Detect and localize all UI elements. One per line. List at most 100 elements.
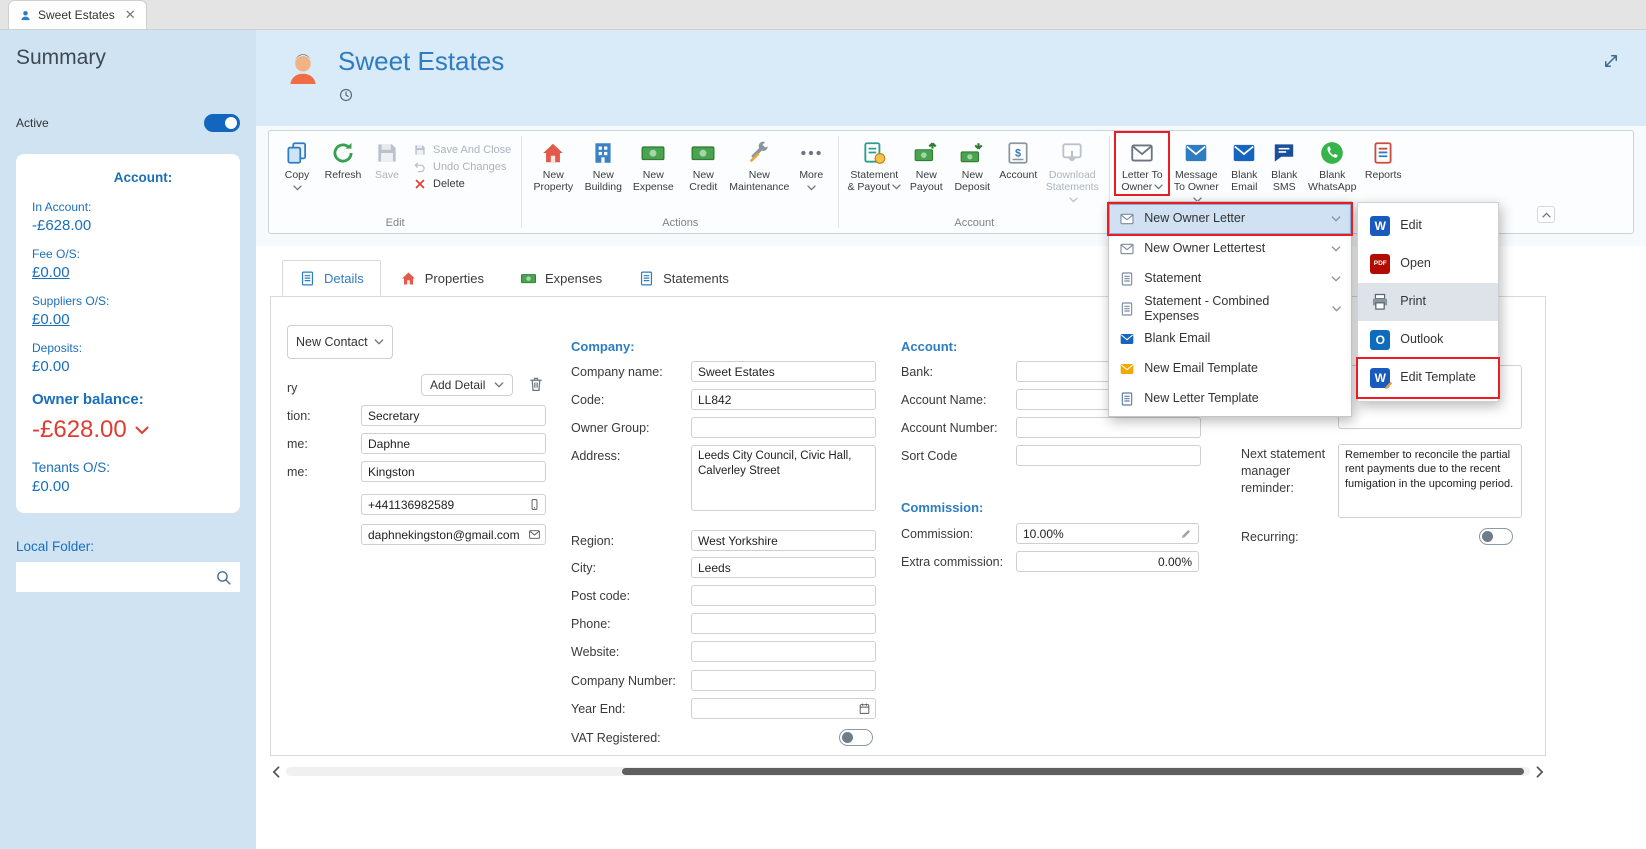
suppliers-os-link[interactable]: £0.00	[32, 311, 224, 328]
submenu-item-edit[interactable]: W Edit	[1358, 207, 1498, 245]
recurring-toggle[interactable]	[1479, 528, 1513, 545]
save-icon	[374, 140, 400, 166]
submenu-item-print[interactable]: Print	[1358, 282, 1499, 321]
local-folder-field[interactable]	[16, 562, 240, 592]
pdf-icon: PDF	[1370, 253, 1391, 274]
position-input[interactable]	[361, 405, 546, 426]
refresh-button[interactable]: Refresh	[319, 133, 367, 181]
new-credit-button[interactable]: New Credit	[678, 133, 728, 194]
collapse-ribbon-button[interactable]	[1537, 206, 1555, 223]
owner-balance-value[interactable]: -£628.00	[32, 416, 224, 444]
save-and-close-button: Save And Close	[413, 143, 511, 157]
expand-icon[interactable]	[1602, 52, 1620, 70]
new-deposit-button[interactable]: New Deposit	[949, 133, 995, 194]
tab-expenses[interactable]: Expenses	[503, 260, 619, 296]
vat-registered-toggle[interactable]	[839, 729, 873, 746]
blank-email-button[interactable]: Blank Email	[1224, 133, 1264, 194]
menu-item-statement-combined[interactable]: Statement - Combined Expenses	[1109, 294, 1351, 324]
delete-button[interactable]: Delete	[413, 177, 511, 191]
fee-os-label: Fee O/S:	[32, 247, 81, 261]
fee-os-link[interactable]: £0.00	[32, 264, 224, 281]
in-account-label: In Account:	[32, 200, 92, 214]
menu-item-label: Statement	[1144, 271, 1202, 286]
contact-type-select[interactable]: New Contact	[287, 325, 393, 359]
menu-item-label: New Owner Lettertest	[1144, 241, 1266, 256]
history-icon[interactable]	[338, 87, 354, 103]
menu-item-new-email-template[interactable]: New Email Template	[1109, 354, 1351, 384]
tab-properties[interactable]: Properties	[383, 260, 501, 296]
phone-label: Phone:	[571, 617, 611, 631]
post-code-input[interactable]	[691, 585, 876, 606]
scrollbar-thumb[interactable]	[622, 768, 1524, 775]
submenu-item-outlook[interactable]: O Outlook	[1358, 321, 1498, 359]
company-section-heading: Company:	[571, 339, 635, 354]
last-name-input[interactable]	[361, 461, 546, 482]
horizontal-scrollbar[interactable]	[270, 764, 1546, 779]
page-title: Sweet Estates	[338, 46, 505, 76]
outlook-icon: O	[1370, 329, 1391, 350]
new-expense-button[interactable]: New Expense	[628, 133, 678, 194]
refresh-icon	[330, 140, 356, 166]
add-detail-button[interactable]: Add Detail	[421, 374, 513, 396]
statement-payout-button[interactable]: Statement & Payout	[845, 133, 903, 194]
menu-item-new-owner-lettertest[interactable]: New Owner Lettertest	[1109, 234, 1351, 264]
letter-to-owner-button[interactable]: Letter To Owner New Owner Letter W Edit …	[1107, 131, 1501, 417]
window-tab[interactable]: Sweet Estates ✕	[8, 0, 147, 29]
scroll-right-arrow[interactable]	[1534, 766, 1546, 778]
bank-label: Bank:	[901, 365, 933, 379]
phone-input[interactable]	[691, 613, 876, 634]
tab-details[interactable]: Details	[282, 260, 381, 296]
person-icon	[19, 9, 32, 22]
menu-item-statement[interactable]: Statement	[1109, 264, 1351, 294]
close-icon[interactable]: ✕	[125, 7, 136, 23]
company-number-input[interactable]	[691, 670, 876, 691]
address-input[interactable]: Leeds City Council, Civic Hall, Calverle…	[691, 445, 876, 511]
city-input[interactable]	[691, 557, 876, 578]
blank-sms-button[interactable]: Blank SMS	[1264, 133, 1304, 194]
new-building-label: New Building	[584, 169, 622, 194]
scrollbar-track[interactable]	[286, 767, 1530, 776]
extra-commission-field[interactable]: 0.00%	[1016, 551, 1199, 572]
sort-code-input[interactable]	[1016, 445, 1201, 466]
new-maintenance-button[interactable]: New Maintenance	[728, 133, 790, 194]
submenu-item-edit-template[interactable]: W Edit Template	[1356, 356, 1501, 399]
new-payout-button[interactable]: New Payout	[903, 133, 949, 194]
year-end-input[interactable]	[691, 698, 876, 719]
company-name-input[interactable]	[691, 361, 876, 382]
region-input[interactable]	[691, 530, 876, 551]
blank-whatsapp-button[interactable]: Blank WhatsApp	[1304, 133, 1360, 194]
menu-item-new-owner-letter[interactable]: New Owner Letter W Edit PDF Open Print O…	[1107, 201, 1501, 402]
website-input[interactable]	[691, 641, 876, 662]
next-statement-reminder-input[interactable]: Remember to reconcile the partial rent p…	[1338, 444, 1522, 518]
submenu-item-open[interactable]: PDF Open	[1358, 245, 1498, 283]
owner-avatar	[290, 54, 316, 85]
account-button[interactable]: Account	[995, 133, 1041, 181]
more-button[interactable]: More	[790, 133, 832, 191]
new-building-button[interactable]: New Building	[578, 133, 628, 194]
owner-group-input[interactable]	[691, 417, 876, 438]
trash-icon[interactable]	[527, 375, 545, 393]
clipped-label: me:	[287, 465, 308, 479]
code-input[interactable]	[691, 389, 876, 410]
menu-item-blank-email[interactable]: Blank Email	[1109, 324, 1351, 354]
contact-phone-input[interactable]	[361, 494, 546, 515]
search-icon[interactable]	[215, 569, 232, 586]
region-label: Region:	[571, 534, 615, 548]
menu-item-new-letter-template[interactable]: New Letter Template	[1109, 384, 1351, 414]
message-to-owner-button[interactable]: Message To Owner	[1168, 133, 1224, 206]
extra-commission-label: Extra commission:	[901, 555, 1004, 569]
copy-button[interactable]: Copy	[275, 133, 319, 191]
tab-statements[interactable]: Statements	[621, 260, 746, 296]
account-number-input[interactable]	[1016, 417, 1201, 438]
reports-button[interactable]: Reports	[1360, 133, 1406, 181]
record-header: Sweet Estates	[256, 30, 1646, 126]
active-toggle[interactable]	[204, 114, 240, 132]
new-property-button[interactable]: New Property	[528, 133, 578, 194]
pencil-icon[interactable]	[1180, 528, 1192, 540]
first-name-input[interactable]	[361, 433, 546, 454]
commission-value: 10.00%	[1023, 526, 1064, 541]
contact-email-input[interactable]	[361, 524, 546, 545]
commission-field[interactable]: 10.00%	[1016, 523, 1199, 544]
scroll-left-arrow[interactable]	[270, 766, 282, 778]
ribbon-group-actions: New Property New Building New Expense Ne…	[522, 131, 838, 233]
